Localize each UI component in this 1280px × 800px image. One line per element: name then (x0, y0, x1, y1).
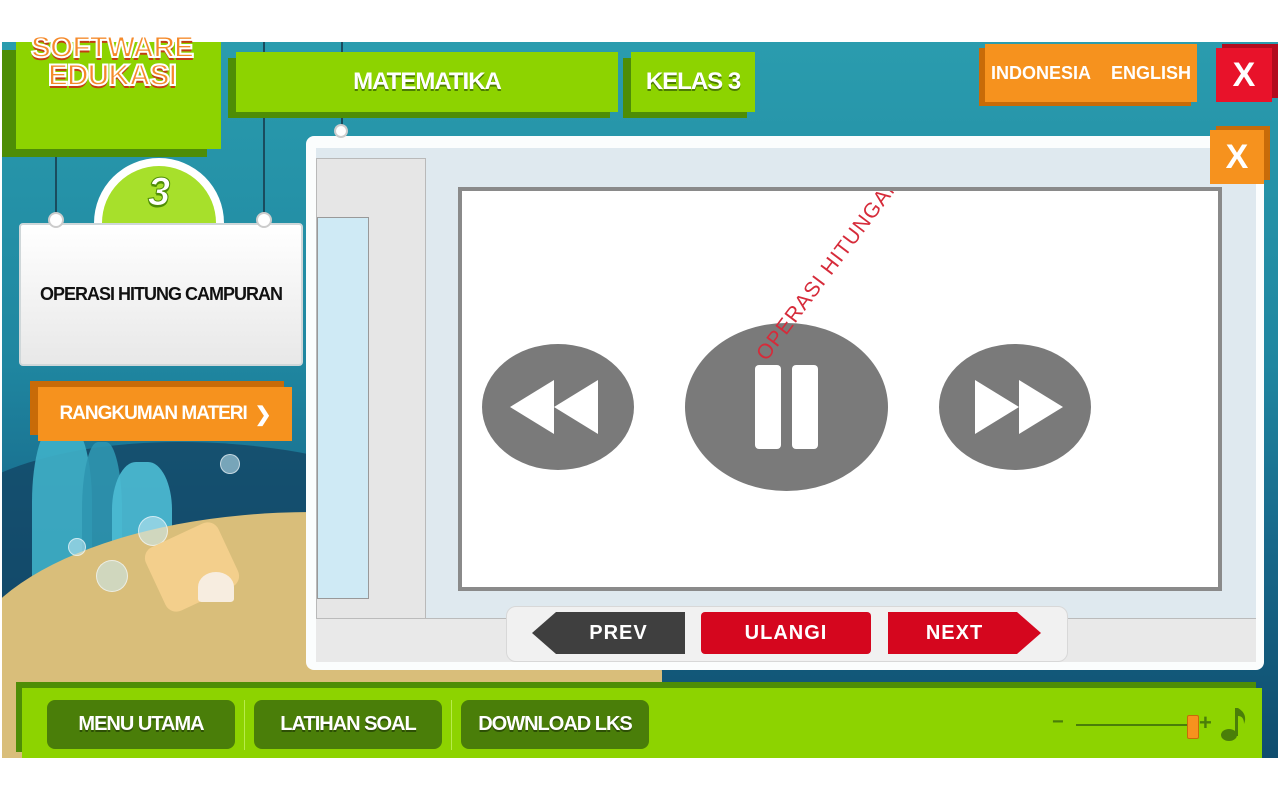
prev-button[interactable]: PREV (552, 612, 685, 654)
summary-button-label: RANGKUMAN MATERI (59, 403, 247, 424)
main-menu-button[interactable]: MENU UTAMA (47, 700, 235, 749)
volume-minus-icon[interactable]: − (1052, 711, 1064, 734)
bubble (220, 454, 240, 474)
summary-button[interactable]: RANGKUMAN MATERI ❯ (38, 387, 292, 441)
exercise-button[interactable]: LATIHAN SOAL (254, 700, 442, 749)
language-switcher: INDONESIA ENGLISH (985, 44, 1197, 102)
music-note-icon[interactable] (1220, 704, 1250, 744)
volume-plus-icon[interactable]: + (1199, 710, 1212, 736)
logo: SOFTWARE EDUKASI (30, 31, 195, 92)
seashell (198, 572, 234, 602)
replay-button[interactable]: ULANGI (701, 612, 871, 654)
pin-icon (48, 212, 64, 228)
language-indonesia[interactable]: INDONESIA (981, 63, 1101, 84)
rewind-icon (510, 380, 598, 434)
subject-tab: MATEMATIKA (236, 52, 618, 112)
lesson-title: OPERASI HITUNG CAMPURAN (19, 223, 303, 366)
window-frame (316, 158, 426, 630)
next-button[interactable]: NEXT (888, 612, 1021, 654)
divider (451, 700, 452, 750)
pause-icon (755, 365, 818, 449)
window-glass (317, 217, 369, 599)
fast-forward-button[interactable] (939, 344, 1091, 470)
video-screen: OPERASI HITUNGAN CAMPURAN (458, 187, 1222, 591)
class-tab: KELAS 3 (631, 52, 755, 112)
download-lks-button[interactable]: DOWNLOAD LKS (461, 700, 649, 749)
volume-slider-handle[interactable] (1186, 715, 1199, 739)
volume-slider[interactable] (1076, 724, 1198, 726)
pin-icon (256, 212, 272, 228)
bubble (96, 560, 128, 592)
divider (244, 700, 245, 750)
rewind-button[interactable] (482, 344, 634, 470)
language-english[interactable]: ENGLISH (1101, 63, 1201, 84)
close-app-button[interactable]: X (1216, 48, 1272, 102)
pin-icon (334, 124, 348, 138)
chevron-right-icon: ❯ (254, 403, 272, 426)
pause-button[interactable] (685, 323, 888, 491)
bubble (68, 538, 86, 556)
fast-forward-icon (975, 380, 1063, 434)
close-panel-button[interactable]: X (1210, 130, 1264, 184)
